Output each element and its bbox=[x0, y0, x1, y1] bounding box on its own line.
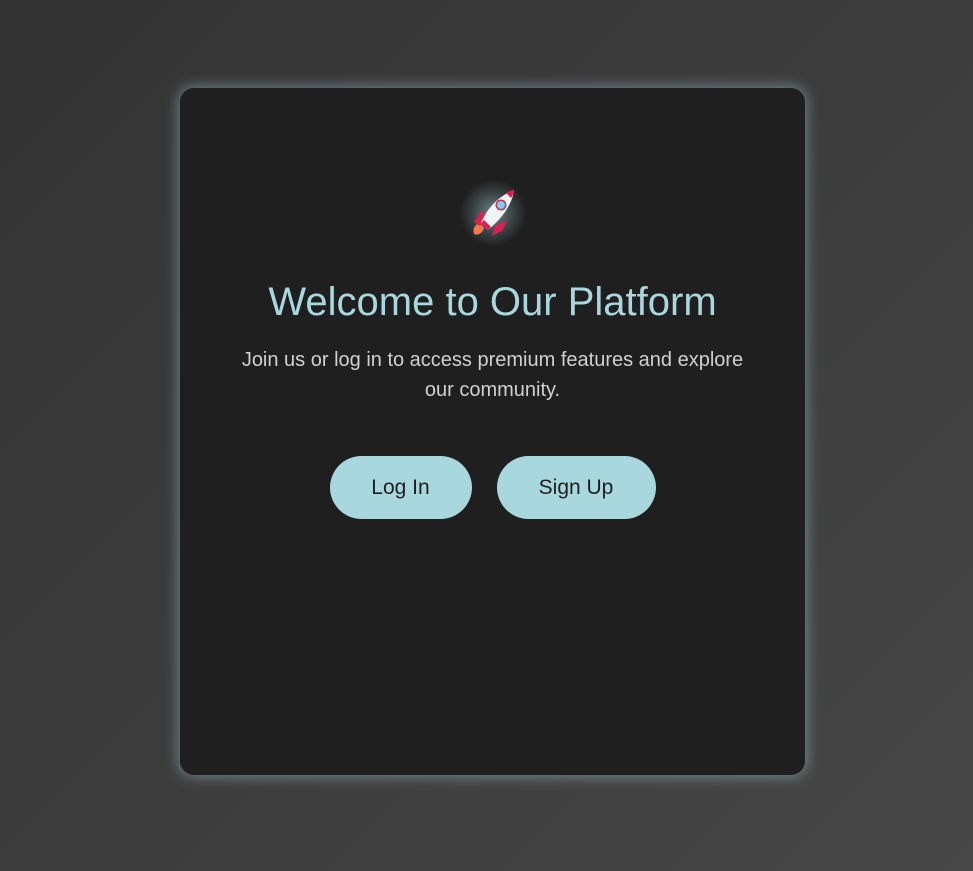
login-button[interactable]: Log In bbox=[329, 456, 472, 519]
action-buttons: Log In Sign Up bbox=[180, 456, 805, 519]
page-title: Welcome to Our Platform bbox=[268, 280, 717, 324]
logo bbox=[458, 178, 528, 248]
signup-button[interactable]: Sign Up bbox=[496, 456, 656, 519]
rocket-icon bbox=[472, 190, 514, 236]
page-subtitle: Join us or log in to access premium feat… bbox=[241, 349, 744, 401]
welcome-card: Welcome to Our Platform Join us or log i… bbox=[180, 88, 805, 775]
